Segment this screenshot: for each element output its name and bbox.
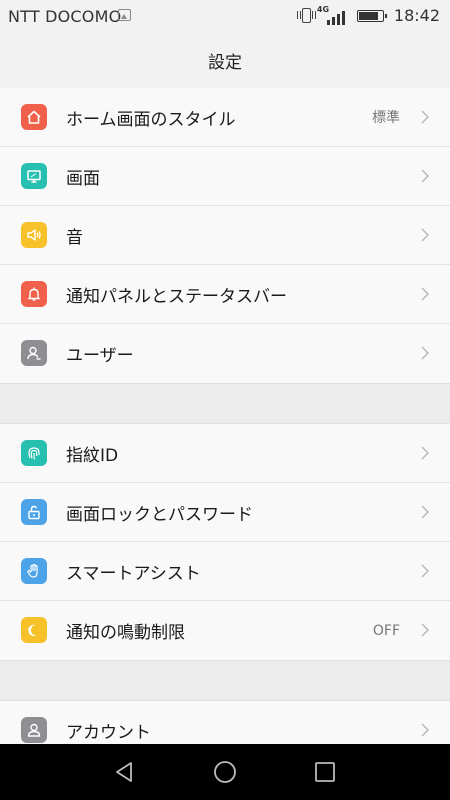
carrier-name: NTT DOCOMO xyxy=(8,7,122,26)
clock: 18:42 xyxy=(393,6,440,25)
display-icon xyxy=(21,163,47,189)
settings-item-value: 標準 xyxy=(372,110,400,126)
battery-icon xyxy=(356,9,387,22)
settings-item-label: スマートアシスト xyxy=(66,563,201,584)
chevron-right-icon xyxy=(418,286,432,302)
chevron-right-icon xyxy=(418,227,432,243)
vibrate-icon xyxy=(296,8,316,23)
settings-item-label: ホーム画面のスタイル xyxy=(66,109,236,130)
speaker-icon xyxy=(21,222,47,248)
settings-item-label: 通知パネルとステータスバー xyxy=(66,286,287,307)
settings-group-accounts: アカウント xyxy=(0,701,450,744)
recent-apps-button[interactable] xyxy=(311,758,339,786)
status-icons: 4G 18:42 xyxy=(296,5,440,25)
settings-item-value: OFF xyxy=(372,622,400,639)
settings-item-label: ユーザー xyxy=(66,346,134,366)
chevron-right-icon xyxy=(418,109,432,125)
account-icon xyxy=(21,717,47,743)
unlock-icon xyxy=(21,499,47,525)
group-divider xyxy=(0,383,450,424)
settings-item-fingerprint[interactable]: 指紋ID xyxy=(0,424,450,483)
settings-item-display[interactable]: 画面 xyxy=(0,147,450,206)
settings-item-accounts[interactable]: アカウント xyxy=(0,701,450,744)
chevron-right-icon xyxy=(418,563,432,579)
back-button[interactable] xyxy=(111,758,139,786)
status-bar: NTT DOCOMO 4G 18:42 xyxy=(0,0,450,33)
chevron-right-icon xyxy=(418,445,432,461)
settings-item-users[interactable]: ユーザー xyxy=(0,324,450,383)
settings-item-label: アカウント xyxy=(66,723,151,743)
image-notification-icon xyxy=(118,9,131,21)
group-divider xyxy=(0,660,450,701)
chevron-right-icon xyxy=(418,504,432,520)
settings-group-security: 指紋ID 画面ロックとパスワード スマートアシスト 通知の鳴動制限 OFF xyxy=(0,424,450,660)
settings-item-label: 画面 xyxy=(66,168,100,189)
moon-icon xyxy=(21,617,47,643)
settings-item-label: 指紋ID xyxy=(66,445,119,466)
settings-item-notification-panel[interactable]: 通知パネルとステータスバー xyxy=(0,265,450,324)
settings-item-label: 画面ロックとパスワード xyxy=(66,504,253,525)
signal-icon: 4G xyxy=(317,5,345,25)
home-icon xyxy=(21,104,47,130)
fingerprint-icon xyxy=(21,440,47,466)
settings-item-label: 音 xyxy=(66,227,83,248)
settings-item-label: 通知の鳴動制限 xyxy=(66,623,185,643)
page-title: 設定 xyxy=(208,53,242,73)
home-button[interactable] xyxy=(211,758,239,786)
notification-bell-icon xyxy=(21,281,47,307)
settings-item-smart-assist[interactable]: スマートアシスト xyxy=(0,542,450,601)
hand-icon xyxy=(21,558,47,584)
chevron-right-icon xyxy=(418,345,432,361)
settings-list[interactable]: ホーム画面のスタイル 標準 画面 音 通知パネルとステータスバー ユーザー 指紋… xyxy=(0,88,450,744)
chevron-right-icon xyxy=(418,168,432,184)
settings-item-do-not-disturb[interactable]: 通知の鳴動制限 OFF xyxy=(0,601,450,660)
settings-item-sound[interactable]: 音 xyxy=(0,206,450,265)
navigation-bar xyxy=(0,744,450,800)
settings-item-home-style[interactable]: ホーム画面のスタイル 標準 xyxy=(0,88,450,147)
title-bar: 設定 xyxy=(0,33,450,88)
settings-group-display: ホーム画面のスタイル 標準 画面 音 通知パネルとステータスバー ユーザー xyxy=(0,88,450,383)
settings-item-screen-lock[interactable]: 画面ロックとパスワード xyxy=(0,483,450,542)
user-icon xyxy=(21,340,47,366)
chevron-right-icon xyxy=(418,722,432,738)
chevron-right-icon xyxy=(418,622,432,638)
